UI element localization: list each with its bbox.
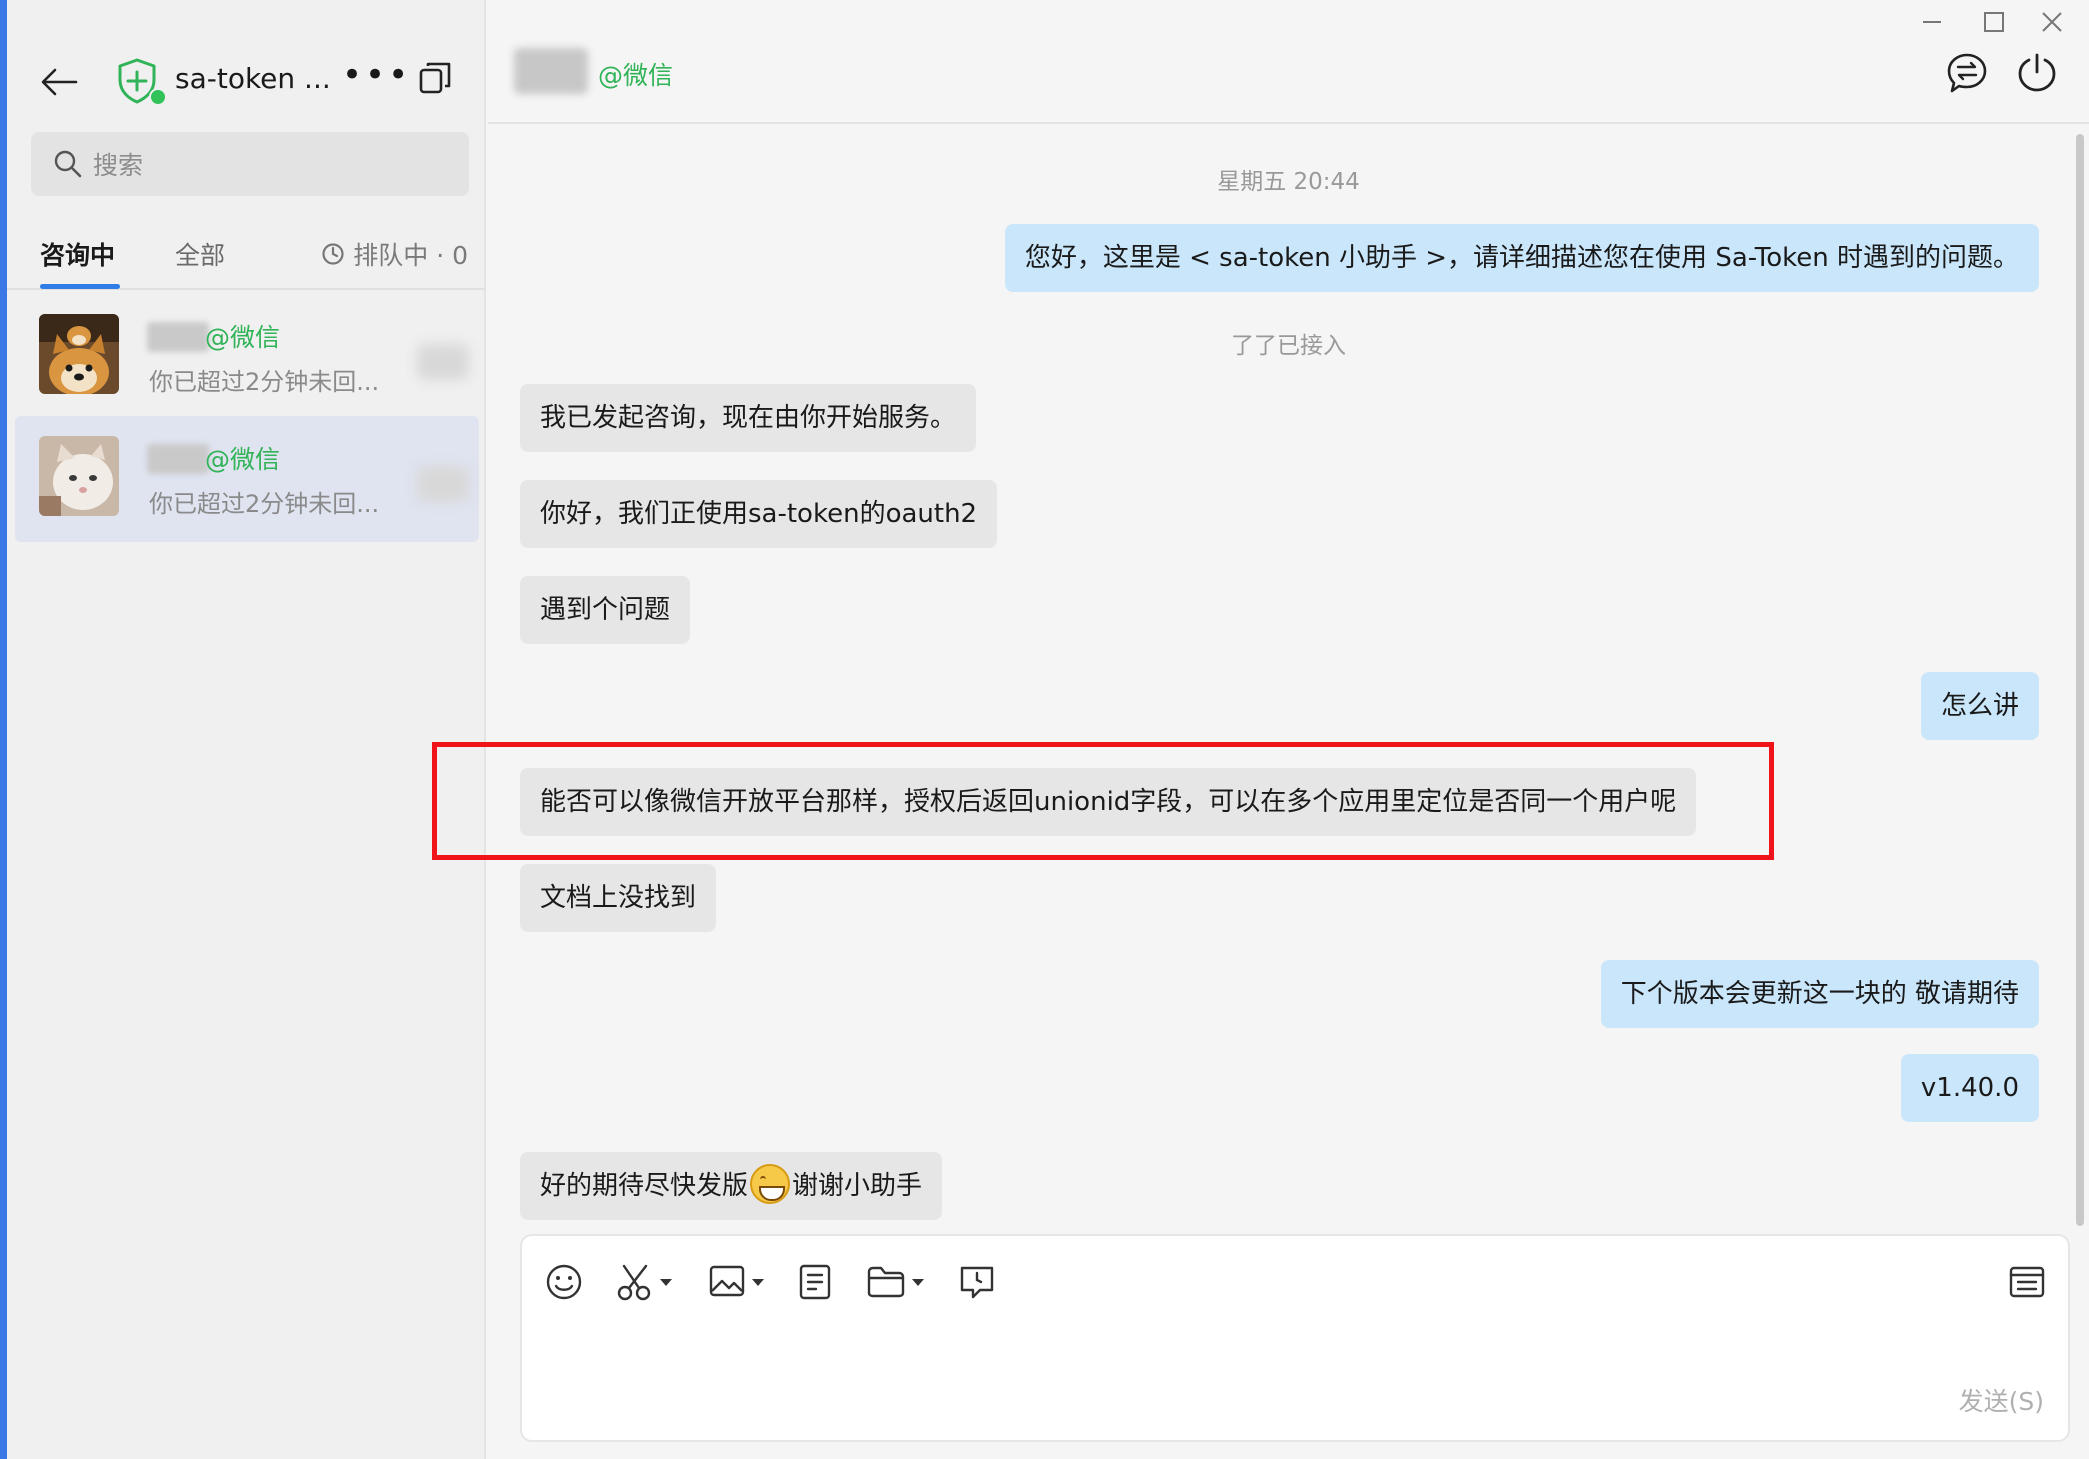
search-input[interactable]: 搜索 (31, 132, 469, 196)
chevron-down-icon (752, 1279, 764, 1286)
message-preview: 你已超过2分钟未回... (149, 484, 379, 519)
message-preview: 你已超过2分钟未回... (149, 362, 379, 397)
message-bubble-incoming[interactable]: 我已发起咨询，现在由你开始服务。 (520, 384, 976, 452)
tab-consulting[interactable]: 咨询中 (40, 236, 115, 272)
message-scrollbar[interactable] (2076, 134, 2084, 1226)
cat-avatar-icon (39, 436, 119, 516)
end-session-button[interactable] (2016, 52, 2060, 96)
tab-active-indicator (40, 284, 120, 289)
conversation-tabs: 咨询中 全部 排队中 · 0 (7, 230, 486, 290)
chat-contact-blurred (514, 48, 588, 94)
shiba-avatar-icon (39, 314, 119, 394)
queue-label: 排队中 · 0 (353, 236, 468, 272)
contact-name-blurred (147, 444, 209, 474)
minimize-icon (1921, 11, 1943, 33)
chat-header: @微信 (488, 0, 2089, 124)
message-bubble-outgoing[interactable]: v1.40.0 (1901, 1054, 2039, 1122)
minimize-button[interactable] (1912, 2, 1952, 42)
history-icon (958, 1263, 996, 1301)
app-name[interactable]: sa-token ... (175, 62, 331, 95)
message-input[interactable] (542, 1320, 1942, 1400)
file-button[interactable] (866, 1260, 924, 1304)
document-icon (798, 1263, 832, 1301)
emoji-button[interactable] (544, 1260, 584, 1304)
system-notice: 了了已接入 (488, 326, 2089, 360)
message-bubble-incoming[interactable]: 遇到个问题 (520, 576, 690, 644)
more-button[interactable]: ••• (342, 60, 396, 104)
accent-strip (0, 0, 7, 1459)
message-text: 谢谢小助手 (792, 1171, 922, 1201)
back-arrow-icon (40, 67, 78, 97)
app-window: sa-token ... ••• 搜索 咨询中 全部 排队中 · 0 (0, 0, 2089, 1459)
close-icon (2041, 11, 2063, 33)
power-icon (2016, 52, 2058, 94)
message-list[interactable]: 星期五 20:44 您好，这里是 < sa-token 小助手 >，请详细描述您… (488, 124, 2089, 1234)
message-bubble-incoming-highlighted[interactable]: 能否可以像微信开放平台那样，授权后返回unionid字段，可以在多个应用里定位是… (520, 768, 1696, 836)
image-button[interactable] (708, 1260, 764, 1304)
close-button[interactable] (2032, 2, 2072, 42)
image-icon (708, 1263, 746, 1301)
tab-consulting-label: 咨询中 (40, 241, 115, 270)
copy-button[interactable] (417, 60, 461, 104)
message-text: 好的期待尽快发版 (540, 1171, 748, 1201)
avatar (39, 314, 119, 394)
back-button[interactable] (37, 60, 81, 104)
conversation-item-selected[interactable]: @微信 你已超过2分钟未回... (15, 416, 479, 542)
search-icon (53, 149, 83, 179)
time-blurred (417, 466, 469, 502)
message-bubble-incoming[interactable]: 文档上没找到 (520, 864, 716, 932)
quick-reply-button[interactable] (2008, 1260, 2046, 1304)
chat-panel: @微信 星期五 20:44 您好，这里是 < sa-token 小助手 >，请详… (488, 0, 2089, 1459)
chevron-down-icon (660, 1279, 672, 1286)
transfer-button[interactable] (1946, 52, 1990, 96)
search-placeholder: 搜索 (93, 146, 143, 182)
conversation-item[interactable]: @微信 你已超过2分钟未回... (15, 294, 479, 420)
service-status-shield (117, 58, 165, 108)
chevron-down-icon (912, 1279, 924, 1286)
avatar (39, 436, 119, 516)
maximize-icon (1983, 11, 2005, 33)
emoji-icon (544, 1262, 584, 1302)
screenshot-button[interactable] (616, 1260, 672, 1304)
message-bubble-incoming[interactable]: 你好，我们正使用sa-token的oauth2 (520, 480, 997, 548)
message-composer: 发送(S) (520, 1234, 2070, 1442)
queue-status[interactable]: 排队中 · 0 (321, 236, 468, 272)
quick-reply-icon (2008, 1264, 2046, 1300)
clock-icon (321, 242, 345, 266)
sidebar: sa-token ... ••• 搜索 咨询中 全部 排队中 · 0 (7, 0, 486, 1459)
message-bubble-outgoing[interactable]: 下个版本会更新这一块的 敬请期待 (1601, 960, 2039, 1028)
scissors-icon (616, 1262, 654, 1302)
document-button[interactable] (798, 1260, 832, 1304)
message-timestamp: 星期五 20:44 (488, 162, 2089, 196)
copy-icon (417, 60, 453, 96)
transfer-icon (1946, 52, 1988, 94)
message-bubble-outgoing[interactable]: 怎么讲 (1921, 672, 2039, 740)
online-status-dot (149, 88, 167, 106)
message-bubble-incoming[interactable]: 好的期待尽快发版 谢谢小助手 (520, 1152, 942, 1220)
folder-icon (866, 1264, 906, 1300)
maximize-button[interactable] (1974, 2, 2014, 42)
tab-all[interactable]: 全部 (175, 236, 225, 272)
sidebar-header: sa-token ... ••• (7, 40, 486, 120)
send-button[interactable]: 发送(S) (1959, 1382, 2044, 1418)
contact-source: @微信 (205, 440, 280, 476)
grin-emoji-icon (750, 1164, 790, 1204)
contact-name-blurred (147, 322, 209, 352)
contact-source: @微信 (205, 318, 280, 354)
time-blurred (417, 344, 469, 380)
history-button[interactable] (958, 1260, 996, 1304)
chat-contact-source: @微信 (598, 56, 673, 92)
message-bubble-outgoing[interactable]: 您好，这里是 < sa-token 小助手 >，请详细描述您在使用 Sa-Tok… (1005, 224, 2039, 292)
